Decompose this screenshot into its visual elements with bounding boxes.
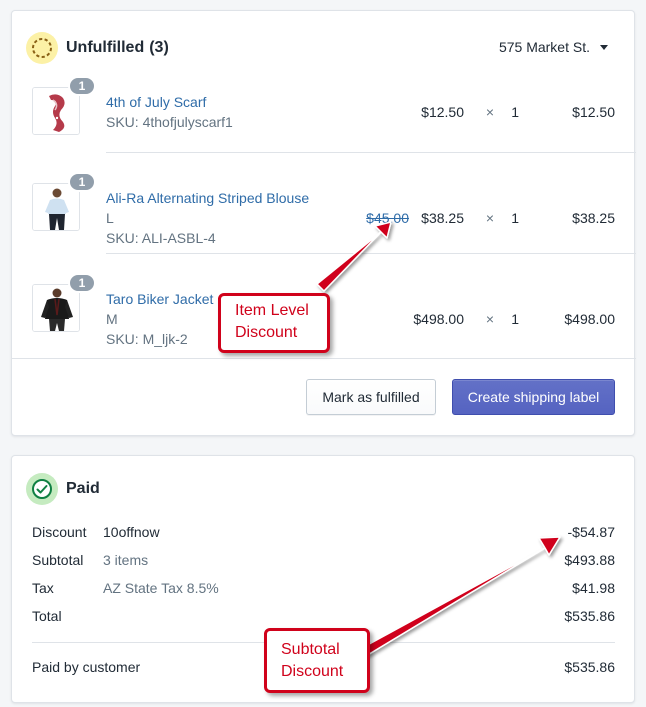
quantity: 1: [511, 210, 519, 226]
footer-divider: [12, 358, 636, 359]
discount-row: Discount 10offnow -$54.87: [32, 524, 615, 544]
line-total: $498.00: [564, 311, 615, 327]
unit-price: $38.25: [421, 210, 464, 226]
location-dropdown[interactable]: 575 Market St.: [499, 39, 608, 55]
total-label: Total: [32, 608, 62, 624]
product-title-link[interactable]: Ali-Ra Alternating Striped Blouse: [106, 190, 309, 206]
mark-as-fulfilled-button[interactable]: Mark as fulfilled: [306, 379, 436, 415]
unit-price: $498.00: [413, 311, 464, 327]
subtotal-amount: $493.88: [564, 552, 615, 568]
quantity-badge: 1: [68, 172, 96, 192]
callout-line: Subtotal: [281, 641, 340, 658]
subtotal-row: Subtotal 3 items $493.88: [32, 552, 615, 572]
callout-line: Discount: [281, 663, 344, 680]
quantity: 1: [511, 311, 519, 327]
caret-down-icon: [600, 44, 608, 50]
unfulfilled-title: Unfulfilled: [66, 39, 145, 56]
paid-title: Paid: [66, 480, 100, 497]
unit-price: $12.50: [421, 104, 464, 120]
line-total: $38.25: [572, 210, 615, 226]
unfulfilled-header: Unfulfilled (3): [26, 32, 169, 64]
product-title-link[interactable]: Taro Biker Jacket: [106, 291, 213, 307]
create-shipping-label-button[interactable]: Create shipping label: [452, 379, 615, 415]
product-variant: L: [106, 210, 114, 226]
discount-amount: -$54.87: [567, 524, 615, 540]
times-sign: ×: [485, 210, 494, 226]
item-level-discount-callout: Item Level Discount: [218, 293, 330, 353]
line-item: 1 Ali-Ra Alternating Striped Blouse L SK…: [12, 153, 636, 253]
line-item: 1 4th of July Scarf SKU: 4thofjulyscarf1…: [12, 76, 636, 151]
tax-description: AZ State Tax 8.5%: [103, 580, 219, 596]
original-price-strikethrough: $45.00: [366, 210, 409, 226]
total-amount: $535.86: [564, 608, 615, 624]
tax-row: Tax AZ State Tax 8.5% $41.98: [32, 580, 615, 600]
paid-status-icon: [26, 473, 58, 505]
product-sku: SKU: M_ljk-2: [106, 331, 188, 347]
total-row: Total $535.86: [32, 608, 615, 628]
discount-code: 10offnow: [103, 524, 160, 540]
quantity-badge: 1: [68, 76, 96, 96]
tax-amount: $41.98: [572, 580, 615, 596]
quantity: 1: [511, 104, 519, 120]
product-sku: SKU: 4thofjulyscarf1: [106, 114, 233, 130]
subtotal-label: Subtotal: [32, 552, 84, 568]
line-total: $12.50: [572, 104, 615, 120]
product-title-link[interactable]: 4th of July Scarf: [106, 94, 206, 110]
paid-by-customer-label: Paid by customer: [32, 659, 141, 675]
unfulfilled-status-icon: [26, 32, 58, 64]
unfulfilled-card: Unfulfilled (3) 575 Market St. 1 4th of …: [11, 10, 636, 436]
subtotal-discount-callout: Subtotal Discount: [264, 628, 370, 693]
paid-by-customer-amount: $535.86: [564, 659, 615, 675]
location-label: 575 Market St.: [498, 39, 590, 55]
times-sign: ×: [485, 104, 494, 120]
unfulfilled-count: (3): [149, 39, 169, 56]
subtotal-items: 3 items: [103, 552, 149, 568]
product-variant: M: [106, 311, 118, 327]
times-sign: ×: [485, 311, 494, 327]
paid-header: Paid: [26, 473, 100, 505]
checkmark-circle-icon: [32, 479, 52, 499]
callout-line: Discount: [235, 324, 298, 341]
discount-label: Discount: [32, 524, 87, 540]
quantity-badge: 1: [68, 273, 96, 293]
tax-label: Tax: [32, 580, 54, 596]
product-sku: SKU: ALI-ASBL-4: [106, 230, 216, 246]
callout-line: Item Level: [235, 302, 309, 319]
